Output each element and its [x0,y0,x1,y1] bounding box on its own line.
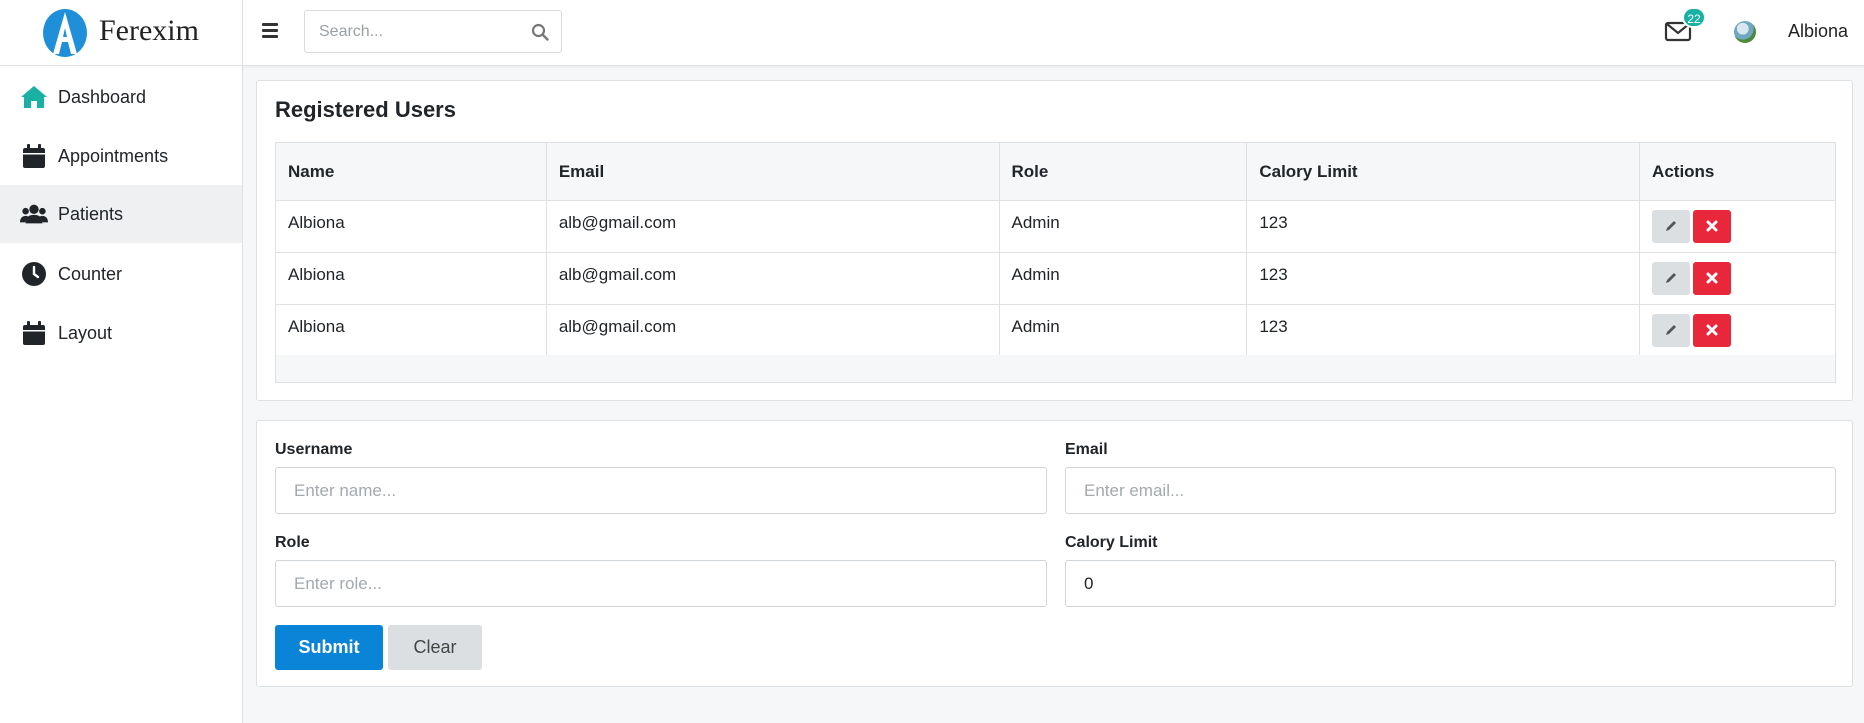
edit-button[interactable] [1652,314,1691,347]
sidebar-item-counter[interactable]: Counter [0,245,242,303]
cell-name: Albiona [275,304,547,357]
email-field-box [1065,467,1836,514]
top-bar: Ferexim 22 Albiona [0,0,1864,66]
menu-toggle-icon[interactable] [262,20,284,44]
cell-actions [1639,200,1836,253]
clock-icon [22,262,46,286]
delete-button[interactable] [1693,262,1732,295]
brand-name: Ferexim [99,14,199,47]
cell-actions [1639,252,1836,305]
clear-button[interactable]: Clear [388,625,482,670]
user-form-card: Username Email Role Calory Limit Submit … [256,420,1853,687]
sidebar-item-label: Patients [58,204,124,224]
username-field-box [275,467,1047,514]
username-label: Username [275,441,353,458]
calendar-icon [23,144,45,168]
role-field[interactable] [294,573,987,595]
column-header-calory-limit: Calory Limit [1246,142,1641,201]
mail-count-badge: 22 [1682,7,1706,28]
close-icon [1706,220,1718,232]
column-header-role: Role [998,142,1248,201]
table-row: Albiona alb@gmail.com Admin 123 [275,304,1836,357]
table-row: Albiona alb@gmail.com Admin 123 [275,252,1836,305]
sidebar-item-label: Dashboard [58,87,147,107]
cell-name: Albiona [275,200,547,253]
calory-limit-field[interactable] [1084,573,1777,595]
sidebar-item-label: Counter [58,264,123,284]
role-label: Role [275,534,310,551]
table-footer [275,355,1836,383]
search-box [304,10,562,53]
sidebar-item-appointments[interactable]: Appointments [0,127,242,185]
sidebar-item-layout[interactable]: Layout [0,304,242,362]
cell-calory-limit: 123 [1246,200,1641,253]
sidebar-item-patients[interactable]: Patients [0,185,242,243]
brand[interactable]: Ferexim [0,0,243,66]
cell-role: Admin [998,304,1248,357]
search-input[interactable] [319,21,519,43]
column-header-email: Email [545,142,1000,201]
cell-calory-limit: 123 [1246,304,1641,357]
users-table: Name Email Role Calory Limit Actions Alb… [275,142,1836,357]
pencil-icon [1666,221,1677,231]
delete-button[interactable] [1693,314,1732,347]
cell-email: alb@gmail.com [545,304,1000,357]
pencil-icon [1666,325,1677,335]
cell-calory-limit: 123 [1246,252,1641,305]
email-label: Email [1065,441,1108,458]
email-field[interactable] [1084,480,1777,502]
home-icon [21,86,47,108]
submit-button[interactable]: Submit [275,625,383,670]
users-icon [20,204,48,224]
cell-role: Admin [998,252,1248,305]
edit-button[interactable] [1652,210,1691,243]
role-field-box [275,560,1047,607]
calory-limit-field-box [1065,560,1836,607]
delete-button[interactable] [1693,210,1732,243]
sidebar-item-dashboard[interactable]: Dashboard [0,68,242,126]
registered-users-card: Registered Users Name Email Role Calory … [256,80,1853,401]
search-icon[interactable] [531,23,549,41]
table-header-row: Name Email Role Calory Limit Actions [275,142,1836,201]
cell-email: alb@gmail.com [545,252,1000,305]
close-icon [1706,272,1718,284]
column-header-name: Name [275,142,547,201]
close-icon [1706,324,1718,336]
edit-button[interactable] [1652,262,1691,295]
calendar-icon [23,321,45,345]
sidebar: Dashboard Appointments Patients Counter [0,66,243,723]
table-row: Albiona alb@gmail.com Admin 123 [275,200,1836,253]
sidebar-item-label: Layout [58,323,113,343]
column-header-actions: Actions [1639,142,1836,201]
cell-actions [1639,304,1836,357]
cell-name: Albiona [275,252,547,305]
cell-role: Admin [998,200,1248,253]
calory-limit-label: Calory Limit [1065,534,1158,551]
pencil-icon [1666,273,1677,283]
avatar[interactable] [1734,21,1756,43]
user-name[interactable]: Albiona [1788,21,1848,42]
card-title: Registered Users [275,97,456,122]
cell-email: alb@gmail.com [545,200,1000,253]
ferexim-logo [43,9,87,57]
sidebar-item-label: Appointments [58,146,169,166]
username-field[interactable] [294,480,987,502]
